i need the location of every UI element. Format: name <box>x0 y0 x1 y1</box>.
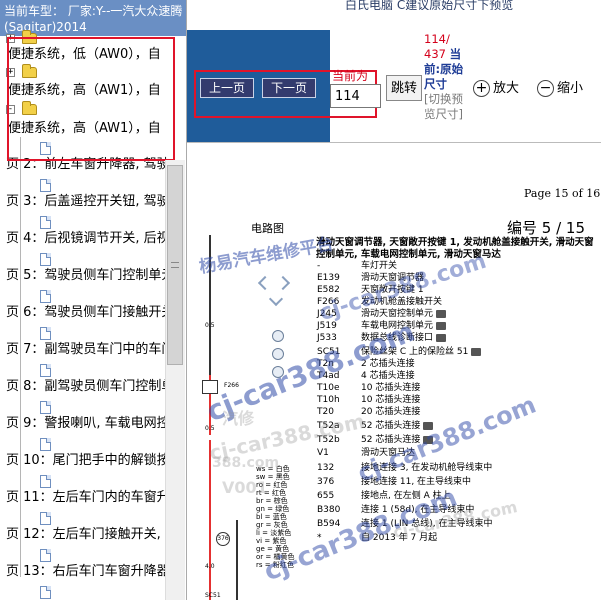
wire-color-item: ge = 黄色 <box>256 545 290 553</box>
document-icon <box>40 401 51 414</box>
zoom-in-icon: + <box>473 80 490 97</box>
viewer-zoom-in-icon[interactable] <box>272 330 284 342</box>
zoom-in-button[interactable]: + 放大 <box>473 77 519 101</box>
wire-color-item: gn = 绿色 <box>256 505 290 513</box>
document-icon <box>40 364 51 377</box>
connector-symbol <box>202 380 218 394</box>
legend-row: * 自 2013 年 7 月起 <box>317 533 438 543</box>
wire-color-item: br = 棕色 <box>256 497 288 505</box>
wire-color-item: bl = 蓝色 <box>256 513 287 521</box>
zoom-out-icon: − <box>537 80 554 97</box>
diagram-label-size: 0.5 <box>205 322 215 329</box>
legend-row: T52b 52 芯插头连接 <box>317 434 434 446</box>
vehicle-header-line1: 当前车型： 厂家:Y--一汽大众速腾 <box>4 4 183 18</box>
viewer-fit-icon[interactable] <box>272 366 284 378</box>
page-info-current: 114/ <box>424 32 450 46</box>
document-icon <box>40 475 51 488</box>
document-icon <box>40 512 51 525</box>
component-icon[interactable] <box>423 435 434 444</box>
tree-page-item-4[interactable]: 页 4：后视镜调节开关, 后视镜 <box>6 230 183 248</box>
legend-row: B594 连接 1 (LIN 总线), 在主导线束中 <box>317 519 493 529</box>
legend-row: SC51 保险丝架 C 上的保险丝 51 <box>317 346 482 358</box>
tree-page-item-13[interactable]: 页 13：右后车门车窗升降器 <box>6 563 170 581</box>
go-button[interactable]: 跳转 <box>386 75 422 101</box>
tree-page-item-8[interactable]: 页 8：副驾驶员侧车门控制单 <box>6 378 174 396</box>
camera-icon[interactable] <box>471 347 482 356</box>
legend-row: T20 20 芯插头连接 <box>317 407 421 417</box>
document-title: 白氏电脑 C建议原始尺寸下预览 <box>345 0 601 10</box>
legend-row: T10h 10 芯插头连接 <box>317 395 421 405</box>
document-icon <box>40 179 51 192</box>
diagram-label-f266: F266 <box>224 382 239 389</box>
document-icon <box>40 586 51 599</box>
wire-line <box>236 520 238 600</box>
wire-color-item: sw = 黑色 <box>256 473 290 481</box>
tree-page-item-6[interactable]: 页 6：驾驶员侧车门接触开关 <box>6 304 174 322</box>
legend-row: 376 接地连接 11, 在主导线束中 <box>317 477 472 487</box>
tree-page-item-12[interactable]: 页 12：左后车门接触开关, 左 <box>6 526 178 544</box>
camera-icon[interactable] <box>436 309 447 318</box>
zoom-in-label: 放大 <box>493 81 520 96</box>
ground-point-376: 376 <box>216 532 230 546</box>
legend-row: T10e 10 芯插头连接 <box>317 383 421 393</box>
legend-row: T2n 2 芯插头连接 <box>317 359 415 369</box>
legend-row: J533 数据总线诊断接口 <box>317 332 447 344</box>
wire-color-item: or = 橘黄色 <box>256 553 295 561</box>
wire-color-item: rt = 红色 <box>256 489 286 497</box>
legend-row: E139 滑动天窗调节器 <box>317 273 425 283</box>
highlight-box-tree <box>7 37 175 161</box>
legend-row: J245 滑动天窗控制单元 <box>317 308 447 320</box>
wiring-title: 滑动天窗调节器, 天窗敞开按键 1, 发动机舱盖接触开关, 滑动天窗控制单元, … <box>316 237 594 260</box>
tree-page-item-9[interactable]: 页 9：警报喇叭, 车载电网控 <box>6 415 170 433</box>
diagram-label-size: 4.0 <box>205 563 215 570</box>
tree-page-item-7[interactable]: 页 7：副驾驶员车门中的车门 <box>6 341 174 359</box>
diagram-label-size: 0.5 <box>205 425 215 432</box>
current-page-label: 当前为 <box>332 69 369 83</box>
zoom-out-button[interactable]: − 缩小 <box>537 77 583 101</box>
wire-line <box>209 440 211 600</box>
camera-icon[interactable] <box>436 321 447 330</box>
component-icon[interactable] <box>423 421 434 430</box>
legend-row: T4ad 4 芯插头连接 <box>317 371 415 381</box>
document-icon <box>40 549 51 562</box>
diagram-label-fuse: SC51 <box>205 592 221 599</box>
wire-color-item: rs = 粉红色 <box>256 561 294 569</box>
legend-row: - 车灯开关 <box>317 261 398 271</box>
wire-line <box>209 235 211 375</box>
legend-row: V1 滑动天窗马达 <box>317 448 416 458</box>
document-icon <box>40 216 51 229</box>
tree-page-item-3[interactable]: 页 3：后盖遥控开关钮, 驾驶 <box>6 193 170 211</box>
switch-size-link[interactable]: [切换预览尺寸] <box>424 92 463 121</box>
tree-page-item-5[interactable]: 页 5：驾驶员侧车门控制单元 <box>6 267 174 285</box>
legend-row: E582 天窗敞开按键 1 <box>317 285 424 295</box>
page-of-label: Page 15 of 16 <box>524 187 601 200</box>
page-code: 编号 5 / 15 <box>507 219 585 237</box>
wire-color-item: ro = 红色 <box>256 481 288 489</box>
legend-row: 655 接地点, 在左侧 A 柱上 <box>317 491 451 501</box>
zoom-out-label: 缩小 <box>557 81 584 96</box>
document-icon <box>40 327 51 340</box>
diagram-label: 电路图 <box>251 222 284 235</box>
page-info-total: 437 <box>424 47 446 61</box>
tree-page-item-10[interactable]: 页 10：尾门把手中的解锁按 <box>6 452 170 470</box>
legend-row: T52a 52 芯插头连接 <box>317 420 434 432</box>
legend-row: F266 发动机舱盖接触开关 <box>317 297 443 307</box>
tree-page-item-11[interactable]: 页 11：左后车门内的车窗升 <box>6 489 170 507</box>
camera-icon[interactable] <box>436 333 447 342</box>
page-number-input[interactable] <box>330 84 381 108</box>
page-info: 114/ 437 当前:原始尺寸 [切换预览尺寸] <box>424 32 466 122</box>
legend-row: J519 车载电网控制单元 <box>317 320 447 332</box>
legend-row: B380 连接 1 (58d), 在主导线束中 <box>317 505 475 515</box>
wire-color-item: li = 淡紫色 <box>256 529 292 537</box>
viewer-zoom-out-icon[interactable] <box>272 348 284 360</box>
document-icon <box>40 290 51 303</box>
document-icon <box>40 438 51 451</box>
legend-row: 132 接地连接 3, 在发动机舱导线束中 <box>317 463 493 473</box>
wire-color-item: gr = 灰色 <box>256 521 288 529</box>
scrollbar-grip-icon <box>171 262 179 268</box>
tree-panel: 当前车型： 厂家:Y--一汽大众速腾 (Sagitar)2014 + 便捷系统，… <box>0 0 187 600</box>
wire-color-item: vi = 紫色 <box>256 537 287 545</box>
wire-color-item: ws = 白色 <box>256 465 290 473</box>
document-icon <box>40 253 51 266</box>
